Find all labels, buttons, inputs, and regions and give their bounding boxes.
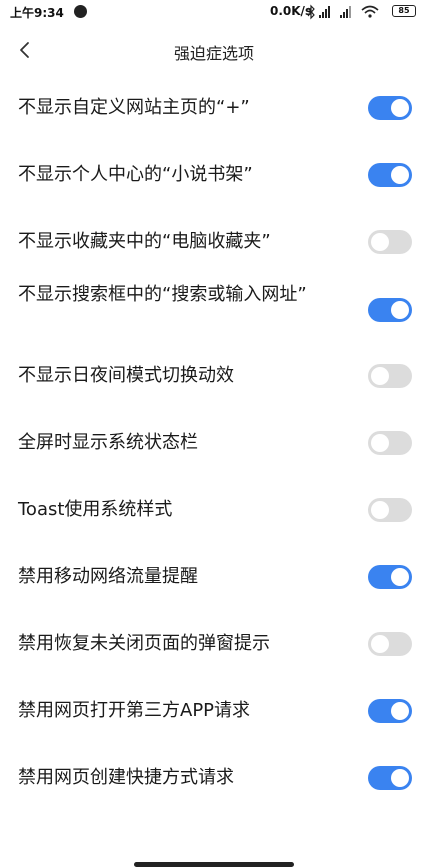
app-notification-icon [74,5,87,18]
setting-toggle[interactable] [368,163,412,187]
setting-toggle[interactable] [368,498,412,522]
setting-label: Toast使用系统样式 [18,499,173,520]
setting-label: 不显示收藏夹中的“电脑收藏夹” [18,231,271,252]
home-indicator[interactable] [134,862,294,867]
toggle-knob [391,702,409,720]
setting-toggle[interactable] [368,632,412,656]
toggle-knob [391,568,409,586]
setting-label: 禁用网页创建快捷方式请求 [18,767,234,788]
setting-label: 不显示日夜间模式切换动效 [18,365,234,386]
setting-toggle[interactable] [368,364,412,388]
setting-label: 不显示自定义网站主页的“+” [18,97,250,118]
setting-toggle[interactable] [368,431,412,455]
wifi-icon [361,5,379,18]
status-time: 上午9:34 [10,6,64,20]
setting-toggle[interactable] [368,230,412,254]
setting-label: 禁用网页打开第三方APP请求 [18,700,251,721]
top-bar: 强迫症选项 [0,28,428,72]
toggle-knob [391,99,409,117]
setting-label: 全屏时显示系统状态栏 [18,432,198,453]
setting-toggle[interactable] [368,699,412,723]
toggle-knob [371,233,389,251]
battery-icon: 85 [392,5,416,17]
toggle-knob [371,635,389,653]
toggle-knob [371,434,389,452]
setting-label: 不显示个人中心的“小说书架” [18,164,253,185]
setting-toggle[interactable] [368,766,412,790]
status-bar: 上午9:34 0.0K/s 85 [0,0,428,24]
page-title: 强迫症选项 [173,44,254,63]
signal-icon-2 [340,6,351,18]
toggle-knob [391,769,409,787]
setting-toggle[interactable] [368,96,412,120]
setting-label: 禁用移动网络流量提醒 [18,566,198,587]
bluetooth-icon [307,4,315,20]
setting-toggle[interactable] [368,298,412,322]
signal-icon-1 [319,6,330,18]
setting-label: 不显示搜索框中的“搜索或输入网址” [18,284,307,305]
toggle-knob [371,367,389,385]
toggle-knob [391,301,409,319]
toggle-knob [391,166,409,184]
setting-label: 禁用恢复未关闭页面的弹窗提示 [18,633,270,654]
toggle-knob [371,501,389,519]
setting-toggle[interactable] [368,565,412,589]
